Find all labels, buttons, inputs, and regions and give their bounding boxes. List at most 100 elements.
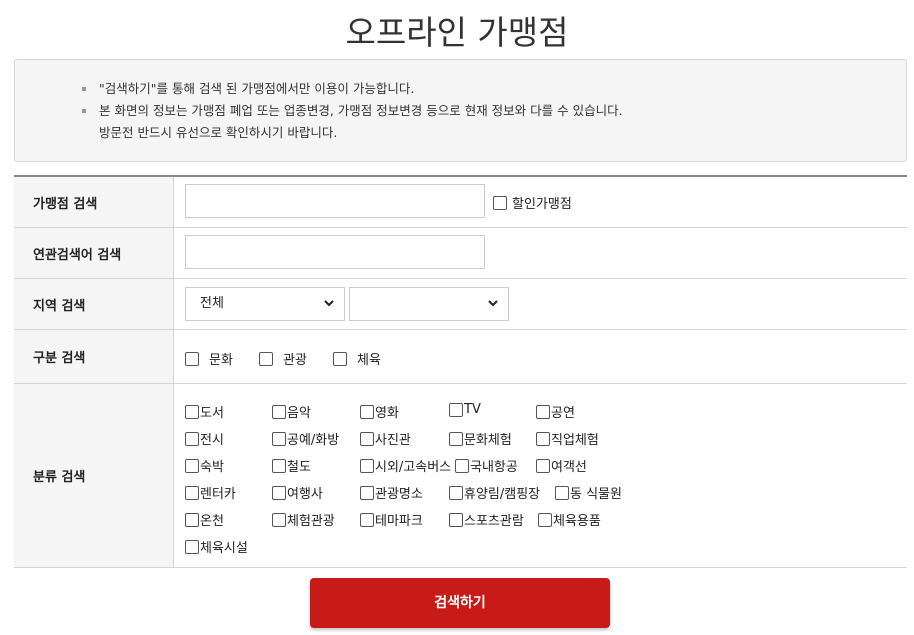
category-checkbox[interactable]: 여객선 bbox=[536, 456, 587, 475]
checkbox-icon[interactable] bbox=[536, 431, 550, 446]
category-checkbox[interactable]: 온천 bbox=[185, 510, 224, 529]
category-option-label: 영화 bbox=[375, 406, 399, 421]
region2-select[interactable] bbox=[349, 287, 509, 321]
category-checkbox[interactable]: 철도 bbox=[272, 456, 311, 475]
checkbox-icon[interactable] bbox=[185, 458, 199, 473]
row-category-search: 분류 검색 도서 음악 영화 TV 공연 전시 공예/화방 사진관 문화체험 직업체험 숙박 철도 시외… bbox=[14, 384, 907, 568]
checkbox-icon[interactable] bbox=[555, 485, 569, 500]
category-checkbox[interactable]: 도서 bbox=[185, 402, 224, 421]
discount-store-label: 할인가맹점 bbox=[512, 197, 572, 212]
notice-line: 방문전 반드시 유선으로 확인하시기 바랍니다. bbox=[99, 122, 906, 144]
checkbox-icon[interactable] bbox=[272, 458, 286, 473]
checkbox-icon[interactable] bbox=[538, 512, 552, 527]
category-option-label: 휴양림/캠핑장 bbox=[464, 487, 541, 502]
checkbox-icon[interactable] bbox=[360, 485, 374, 500]
category-option-label: 철도 bbox=[287, 460, 311, 475]
checkbox-icon[interactable] bbox=[272, 431, 286, 446]
region1-select[interactable]: 전체 bbox=[185, 287, 345, 321]
checkbox-icon[interactable] bbox=[185, 431, 199, 446]
category-option-label: 직업체험 bbox=[551, 433, 599, 448]
category-option-label: 체험관광 bbox=[287, 514, 335, 529]
type-option-label: 체육 bbox=[357, 353, 381, 368]
checkbox-icon[interactable] bbox=[185, 539, 199, 554]
category-checkbox[interactable]: 시외/고속버스 bbox=[360, 456, 451, 475]
category-checkbox[interactable]: 국내항공 bbox=[455, 456, 518, 475]
checkbox-icon[interactable] bbox=[185, 512, 199, 527]
notice-line: "검색하기"를 통해 검색 된 가맹점에서만 이용이 가능합니다. bbox=[82, 78, 906, 100]
category-checkbox[interactable]: 체험관광 bbox=[272, 510, 335, 529]
bullet-icon bbox=[82, 109, 86, 113]
checkbox-icon[interactable] bbox=[360, 512, 374, 527]
checkbox-icon[interactable] bbox=[360, 404, 374, 419]
category-checkbox[interactable]: 공예/화방 bbox=[272, 429, 339, 448]
checkbox-icon[interactable] bbox=[493, 195, 507, 210]
row-type-search: 구분 검색 문화 관광 체육 bbox=[14, 330, 907, 384]
category-checkbox[interactable]: 음악 bbox=[272, 402, 311, 421]
chevron-down-icon bbox=[324, 300, 334, 307]
checkbox-icon[interactable] bbox=[272, 512, 286, 527]
category-checkbox[interactable]: 문화체험 bbox=[449, 429, 512, 448]
category-checkbox[interactable]: 사진관 bbox=[360, 429, 411, 448]
category-checkbox[interactable]: 전시 bbox=[185, 429, 224, 448]
category-option-label: 도서 bbox=[200, 406, 224, 421]
category-checkbox[interactable]: 공연 bbox=[536, 402, 575, 421]
type-checkbox-culture[interactable]: 문화 bbox=[185, 349, 233, 368]
category-checkbox[interactable]: 여행사 bbox=[272, 483, 323, 502]
checkbox-icon[interactable] bbox=[449, 512, 463, 527]
checkbox-icon[interactable] bbox=[449, 402, 463, 417]
category-option-label: 렌터카 bbox=[200, 487, 236, 502]
row-store-search: 가맹점 검색 할인가맹점 bbox=[14, 177, 907, 228]
notice-box: "검색하기"를 통해 검색 된 가맹점에서만 이용이 가능합니다. 본 화면의 … bbox=[14, 59, 907, 162]
checkbox-icon[interactable] bbox=[455, 458, 469, 473]
category-checkbox[interactable]: TV bbox=[449, 402, 481, 417]
checkbox-icon[interactable] bbox=[449, 485, 463, 500]
checkbox-icon[interactable] bbox=[360, 431, 374, 446]
category-option-label: 체육용품 bbox=[553, 514, 601, 529]
type-checkbox-tourism[interactable]: 관광 bbox=[259, 349, 307, 368]
category-option-label: 여객선 bbox=[551, 460, 587, 475]
category-checkbox[interactable]: 직업체험 bbox=[536, 429, 599, 448]
keyword-search-label: 연관검색어 검색 bbox=[14, 228, 174, 278]
checkbox-icon[interactable] bbox=[272, 485, 286, 500]
category-checkbox[interactable]: 체육시설 bbox=[185, 537, 248, 556]
notice-line: 본 화면의 정보는 가맹점 폐업 또는 업종변경, 가맹점 정보변경 등으로 현… bbox=[82, 100, 906, 122]
checkbox-icon[interactable] bbox=[536, 404, 550, 419]
checkbox-icon[interactable] bbox=[185, 485, 199, 500]
region-search-label: 지역 검색 bbox=[14, 279, 174, 329]
checkbox-icon[interactable] bbox=[360, 458, 374, 473]
search-button[interactable]: 검색하기 bbox=[310, 578, 610, 628]
category-checkbox[interactable]: 스포츠관람 bbox=[449, 510, 524, 529]
category-checkbox[interactable]: 숙박 bbox=[185, 456, 224, 475]
category-option-label: 체육시설 bbox=[200, 541, 248, 556]
category-option-label: 관광명소 bbox=[375, 487, 423, 502]
checkbox-icon[interactable] bbox=[185, 351, 199, 366]
category-checkbox[interactable]: 렌터카 bbox=[185, 483, 236, 502]
discount-store-checkbox[interactable]: 할인가맹점 bbox=[493, 193, 572, 212]
chevron-down-icon bbox=[488, 300, 498, 307]
type-checkbox-sports[interactable]: 체육 bbox=[333, 349, 381, 368]
category-checkbox[interactable]: 관광명소 bbox=[360, 483, 423, 502]
category-option-label: 온천 bbox=[200, 514, 224, 529]
store-search-input[interactable] bbox=[185, 184, 485, 218]
row-region-search: 지역 검색 전체 bbox=[14, 279, 907, 330]
type-option-label: 문화 bbox=[209, 353, 233, 368]
search-form: 가맹점 검색 할인가맹점 연관검색어 검색 지역 검색 전체 구분 검색 문화 … bbox=[14, 175, 907, 568]
category-options: 도서 음악 영화 TV 공연전시 공예/화방 사진관 문화체험 직업체험숙박 철도 시외/고속버스 국… bbox=[174, 384, 907, 567]
checkbox-icon[interactable] bbox=[333, 351, 347, 366]
checkbox-icon[interactable] bbox=[536, 458, 550, 473]
keyword-search-input[interactable] bbox=[185, 235, 485, 269]
category-option-label: 스포츠관람 bbox=[464, 514, 524, 529]
page-title: 오프라인 가맹점 bbox=[345, 13, 569, 52]
region1-value: 전체 bbox=[200, 296, 224, 311]
category-checkbox[interactable]: 영화 bbox=[360, 402, 399, 421]
store-search-label: 가맹점 검색 bbox=[14, 177, 174, 227]
checkbox-icon[interactable] bbox=[449, 431, 463, 446]
checkbox-icon[interactable] bbox=[272, 404, 286, 419]
category-checkbox[interactable]: 휴양림/캠핑장 bbox=[449, 483, 540, 502]
checkbox-icon[interactable] bbox=[185, 404, 199, 419]
category-checkbox[interactable]: 체육용품 bbox=[538, 510, 601, 529]
category-checkbox[interactable]: 동 식물원 bbox=[555, 483, 622, 502]
checkbox-icon[interactable] bbox=[259, 351, 273, 366]
category-option-label: 여행사 bbox=[287, 487, 323, 502]
category-checkbox[interactable]: 테마파크 bbox=[360, 510, 423, 529]
